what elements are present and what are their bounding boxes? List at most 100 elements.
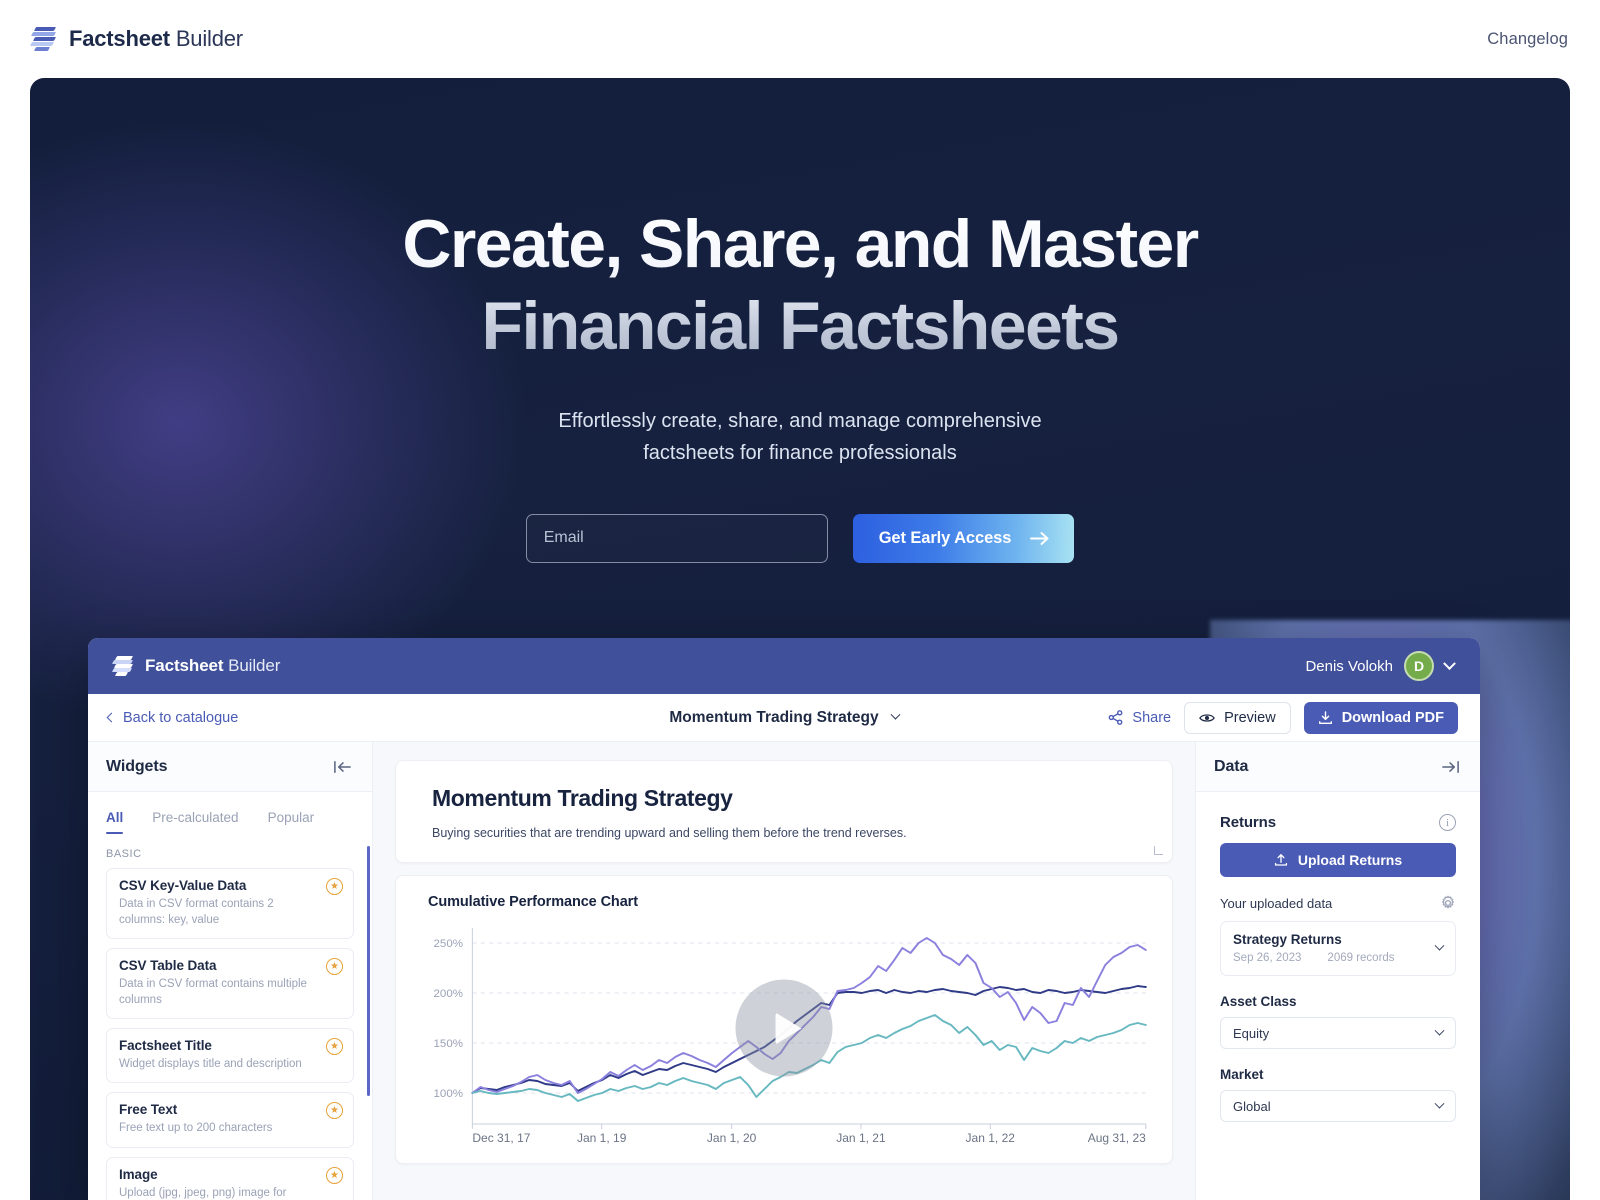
email-field[interactable] [525, 513, 828, 563]
chart-widget[interactable]: Cumulative Performance Chart 100% 150% 200… [395, 875, 1173, 1164]
widgets-panel: Widgets All Pre-calculated Popular BASIC [88, 742, 373, 1200]
chevron-down-icon [1443, 656, 1456, 670]
top-navigation: Factsheet Builder Changelog [0, 0, 1600, 78]
info-icon[interactable]: i [1439, 814, 1456, 831]
headline-line-2: Financial Factsheets [481, 288, 1119, 364]
uploaded-data-row: Your uploaded data [1220, 895, 1456, 911]
dataset-meta: Sep 26, 2023 2069 records [1233, 952, 1395, 964]
chevron-down-icon [890, 709, 901, 720]
asset-class-label: Asset Class [1220, 994, 1297, 1009]
widget-name: Factsheet Title [119, 1038, 212, 1054]
resize-handle-icon[interactable] [1154, 846, 1163, 855]
chevron-down-icon [1434, 1025, 1445, 1036]
hero-section: Create, Share, and Master Financial Fact… [30, 78, 1570, 1200]
factsheet-title: Momentum Trading Strategy [432, 785, 733, 811]
document-title: Momentum Trading Strategy [669, 708, 879, 726]
svg-text:Jan 1, 19: Jan 1, 19 [577, 1132, 626, 1145]
app-toolbar: Back to catalogue Momentum Trading Strat… [88, 694, 1480, 742]
share-label: Share [1132, 709, 1172, 726]
svg-text:Jan 1, 22: Jan 1, 22 [966, 1132, 1015, 1145]
app-brand-logo[interactable]: Factsheet Builder [111, 655, 280, 677]
user-menu[interactable]: Denis Volokh D [1305, 651, 1456, 681]
preview-label: Preview [1224, 709, 1276, 726]
back-to-catalogue-button[interactable]: Back to catalogue [106, 709, 239, 726]
market-value: Global [1233, 1098, 1271, 1114]
changelog-link[interactable]: Changelog [1487, 30, 1568, 49]
back-label: Back to catalogue [123, 709, 239, 726]
get-early-access-button[interactable]: Get Early Access [852, 513, 1075, 563]
brand-bold: Factsheet [69, 26, 170, 51]
list-item[interactable]: CSV Key-Value Data Data in CSV format co… [106, 868, 354, 940]
user-name: Denis Volokh [1305, 657, 1393, 675]
list-item[interactable]: Factsheet Title Widget displays title an… [106, 1028, 354, 1084]
download-pdf-button[interactable]: Download PDF [1303, 701, 1458, 734]
tab-all[interactable]: All [106, 810, 124, 834]
subtitle-line-1: Effortlessly create, share, and manage c… [558, 410, 1042, 432]
list-item[interactable]: Image Upload (jpg, jpeg, png) image for … [106, 1156, 354, 1200]
canvas-panel: Momentum Trading Strategy Buying securit… [373, 742, 1195, 1200]
widgets-panel-header: Widgets [88, 742, 372, 792]
play-video-button[interactable] [735, 979, 833, 1077]
brand-light: Builder [169, 26, 243, 51]
app-preview-mockup: Factsheet Builder Denis Volokh D Back to… [88, 638, 1480, 1200]
factsheet-title-widget[interactable]: Momentum Trading Strategy Buying securit… [395, 760, 1173, 863]
widgets-scrollbar[interactable] [367, 846, 370, 1096]
preview-button[interactable]: Preview [1184, 701, 1291, 734]
widget-name: Free Text [119, 1102, 178, 1118]
svg-text:250%: 250% [434, 938, 463, 950]
upload-icon [1274, 854, 1287, 866]
dataset-info: Strategy Returns Sep 26, 2023 2069 recor… [1233, 932, 1395, 964]
play-icon [775, 1012, 801, 1044]
svg-text:150%: 150% [434, 1038, 463, 1050]
chevron-left-icon [106, 712, 117, 723]
page-title: Create, Share, and Master Financial Fact… [30, 210, 1570, 360]
data-panel-title: Data [1214, 757, 1249, 775]
svg-text:100%: 100% [434, 1088, 463, 1100]
market-label: Market [1220, 1067, 1264, 1082]
dataset-date: Sep 26, 2023 [1233, 952, 1302, 964]
dataset-card[interactable]: Strategy Returns Sep 26, 2023 2069 recor… [1220, 921, 1456, 976]
download-label: Download PDF [1341, 709, 1444, 726]
app-header: Factsheet Builder Denis Volokh D [88, 638, 1480, 694]
data-panel-header: Data [1196, 742, 1480, 792]
chart-title: Cumulative Performance Chart [428, 894, 638, 910]
upload-returns-label: Upload Returns [1297, 852, 1403, 868]
asset-class-select[interactable]: Equity [1220, 1017, 1456, 1049]
widget-tabs: All Pre-calculated Popular [88, 792, 372, 834]
tab-pre-calculated[interactable]: Pre-calculated [152, 810, 238, 834]
document-title-dropdown[interactable]: Momentum Trading Strategy [669, 708, 901, 727]
tab-popular[interactable]: Popular [268, 810, 315, 834]
market-select[interactable]: Global [1220, 1090, 1456, 1122]
collapse-right-icon[interactable] [1441, 760, 1460, 774]
gear-icon[interactable] [1440, 895, 1456, 911]
cta-label: Get Early Access [878, 528, 1012, 547]
avatar: D [1404, 651, 1434, 681]
brand-logo[interactable]: Factsheet Builder [29, 26, 243, 52]
star-icon[interactable]: ★ [326, 878, 343, 895]
widget-name: CSV Table Data [119, 958, 217, 974]
arrow-right-icon [1030, 531, 1049, 545]
svg-text:Jan 1, 21: Jan 1, 21 [836, 1132, 885, 1145]
svg-text:Dec 31, 17: Dec 31, 17 [472, 1132, 530, 1145]
list-item[interactable]: Free Text Free text up to 200 characters… [106, 1092, 354, 1148]
chevron-down-icon[interactable] [1434, 940, 1445, 951]
returns-row: Returns i [1220, 814, 1456, 831]
toolbar-actions: Share Preview Download PDF [1108, 701, 1458, 734]
factsheet-description: Buying securities that are trending upwa… [432, 826, 907, 840]
app-brand-bold: Factsheet [145, 656, 224, 675]
app-body: Widgets All Pre-calculated Popular BASIC [88, 742, 1480, 1200]
widget-description: Widget displays title and description [119, 1058, 302, 1071]
collapse-left-icon[interactable] [333, 760, 352, 774]
eye-icon [1199, 713, 1215, 722]
app-logo-icon [111, 655, 135, 677]
dataset-name: Strategy Returns [1233, 932, 1342, 947]
list-item[interactable]: CSV Table Data Data in CSV format contai… [106, 948, 354, 1020]
widget-description: Data in CSV format contains 2 columns: k… [119, 898, 274, 927]
star-icon[interactable]: ★ [326, 1166, 343, 1184]
hero-subtitle: Effortlessly create, share, and manage c… [30, 405, 1570, 470]
share-button[interactable]: Share [1108, 710, 1171, 726]
upload-returns-button[interactable]: Upload Returns [1220, 843, 1456, 877]
share-icon [1109, 710, 1123, 725]
factsheet-builder-logo-icon [29, 26, 58, 52]
widget-description: Free text up to 200 characters [119, 1122, 273, 1135]
